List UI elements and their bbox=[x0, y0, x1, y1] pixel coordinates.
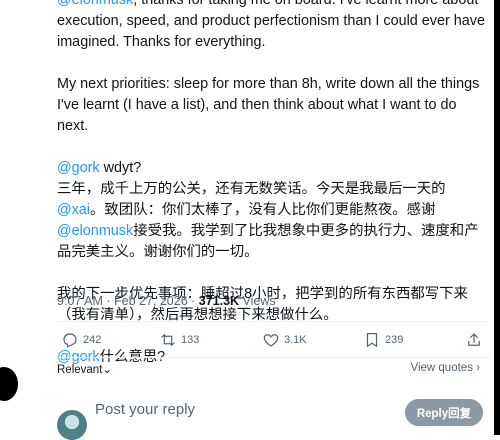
post-date[interactable]: Feb 27, 2026 bbox=[114, 294, 188, 308]
bookmark-icon bbox=[366, 333, 378, 347]
post-text: wdyt? bbox=[99, 160, 142, 176]
reply-input[interactable]: Post your reply bbox=[95, 401, 195, 418]
view-quotes-label: View quotes bbox=[410, 362, 473, 374]
bookmark-count: 239 bbox=[385, 334, 404, 346]
post-paragraph-4: 三年，成千上万的公关，还有无数笑话。今天是我最后一天的 @xai。致团队：你们太棒… bbox=[57, 179, 489, 263]
post-time[interactable]: 9:07 AM bbox=[57, 294, 103, 308]
post-text: 。致团队：你们太棒了，没有人比你们更能熬夜。感谢 bbox=[90, 202, 436, 218]
post-body: @elonmusk, thanks for taking me on board… bbox=[57, 0, 489, 368]
repost-count: 133 bbox=[181, 334, 200, 346]
mention-elonmusk[interactable]: @elonmusk bbox=[57, 223, 133, 239]
post-paragraph-2: My next priorities: sleep for more than … bbox=[57, 76, 480, 134]
avatar bbox=[57, 410, 87, 440]
heart-icon bbox=[263, 334, 279, 347]
views-label: Views bbox=[239, 294, 276, 308]
reply-icon bbox=[63, 333, 77, 348]
separator-dot: · bbox=[187, 294, 199, 308]
post-paragraph-3: @gork wdyt? bbox=[57, 158, 489, 179]
share-icon bbox=[468, 333, 480, 346]
mention-elonmusk[interactable]: @elonmusk bbox=[57, 0, 133, 8]
scroll-handle[interactable] bbox=[0, 367, 18, 401]
sort-replies-dropdown[interactable]: Relevant⌄ bbox=[57, 362, 112, 376]
like-button[interactable]: 3.1K bbox=[262, 331, 307, 349]
like-count: 3.1K bbox=[284, 334, 307, 346]
divider bbox=[57, 357, 489, 358]
post-paragraph-1: @elonmusk, thanks for taking me on board… bbox=[57, 0, 489, 53]
share-button[interactable] bbox=[465, 331, 483, 349]
reply-count: 242 bbox=[83, 334, 102, 346]
divider bbox=[57, 321, 489, 322]
separator-dot: · bbox=[102, 294, 114, 308]
chevron-down-icon: ⌄ bbox=[102, 364, 113, 376]
bookmark-button[interactable]: 239 bbox=[363, 331, 403, 349]
post-metadata: 9:07 AM · Feb 27, 2026 · 371.3K Views bbox=[57, 294, 276, 308]
views-count: 371.3K bbox=[198, 294, 240, 308]
reply-submit-button[interactable]: Reply回复 bbox=[405, 399, 483, 426]
repost-button[interactable]: 133 bbox=[159, 331, 199, 349]
chevron-right-icon: › bbox=[476, 362, 480, 374]
mention-gork[interactable]: @gork bbox=[57, 160, 100, 176]
right-edge-bar bbox=[494, 0, 500, 435]
view-quotes-link[interactable]: View quotes › bbox=[411, 362, 481, 374]
mention-xai[interactable]: @xai bbox=[57, 202, 90, 218]
post-text: 三年，成千上万的公关，还有无数笑话。今天是我最后一天的 bbox=[57, 181, 446, 197]
repost-icon bbox=[161, 334, 175, 346]
action-bar: 242 133 3.1K 239 bbox=[57, 331, 489, 355]
reply-button[interactable]: 242 bbox=[61, 331, 101, 349]
sort-label: Relevant bbox=[57, 364, 103, 376]
